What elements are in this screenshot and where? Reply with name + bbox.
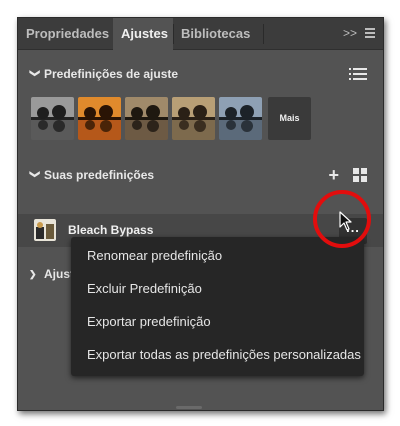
tab-adjustments[interactable]: Ajustes bbox=[113, 18, 173, 50]
section-title: Suas predefinições bbox=[44, 168, 155, 182]
mouse-cursor-icon bbox=[339, 211, 352, 231]
menu-item-delete[interactable]: Excluir Predefinição bbox=[87, 279, 202, 299]
tab-libraries[interactable]: Bibliotecas bbox=[173, 18, 263, 49]
chevron-right-icon[interactable]: ❯ bbox=[29, 264, 39, 284]
panel-tab-bar: Propriedades Ajustes Bibliotecas >> bbox=[18, 18, 383, 50]
list-view-icon[interactable] bbox=[349, 68, 367, 83]
your-presets-header[interactable]: ❯ Suas predefinições + bbox=[18, 163, 383, 187]
menu-item-rename[interactable]: Renomear predefinição bbox=[87, 246, 222, 266]
collapse-panel-icon[interactable]: >> bbox=[343, 18, 357, 49]
tab-divider bbox=[263, 24, 264, 44]
panel-menu-icon[interactable] bbox=[365, 28, 375, 38]
panel-resize-handle[interactable] bbox=[176, 406, 202, 409]
adjustment-presets-header[interactable]: ❯ Predefinições de ajuste bbox=[18, 62, 383, 86]
menu-item-export[interactable]: Exportar predefinição bbox=[87, 312, 211, 332]
preset-thumbnail[interactable] bbox=[172, 97, 215, 140]
preset-thumbnail[interactable] bbox=[78, 97, 121, 140]
more-presets-button[interactable]: Mais bbox=[268, 97, 311, 140]
grid-view-icon[interactable] bbox=[353, 168, 367, 182]
add-preset-icon[interactable]: + bbox=[328, 163, 339, 187]
preset-thumbnail bbox=[34, 219, 56, 241]
chevron-down-icon[interactable]: ❯ bbox=[22, 69, 46, 79]
preset-thumbnail[interactable] bbox=[219, 97, 262, 140]
tab-properties[interactable]: Propriedades bbox=[18, 18, 113, 49]
preset-thumbnail[interactable] bbox=[31, 97, 74, 140]
section-title: Predefinições de ajuste bbox=[44, 67, 179, 81]
preset-context-menu: Renomear predefinição Excluir Predefiniç… bbox=[71, 237, 364, 376]
chevron-down-icon[interactable]: ❯ bbox=[22, 170, 46, 180]
adjustments-header[interactable]: ❯ Ajust bbox=[18, 264, 78, 284]
menu-item-export-all[interactable]: Exportar todas as predefinições personal… bbox=[87, 345, 361, 365]
section-title: Ajust bbox=[44, 267, 74, 281]
preset-thumbnail[interactable] bbox=[125, 97, 168, 140]
